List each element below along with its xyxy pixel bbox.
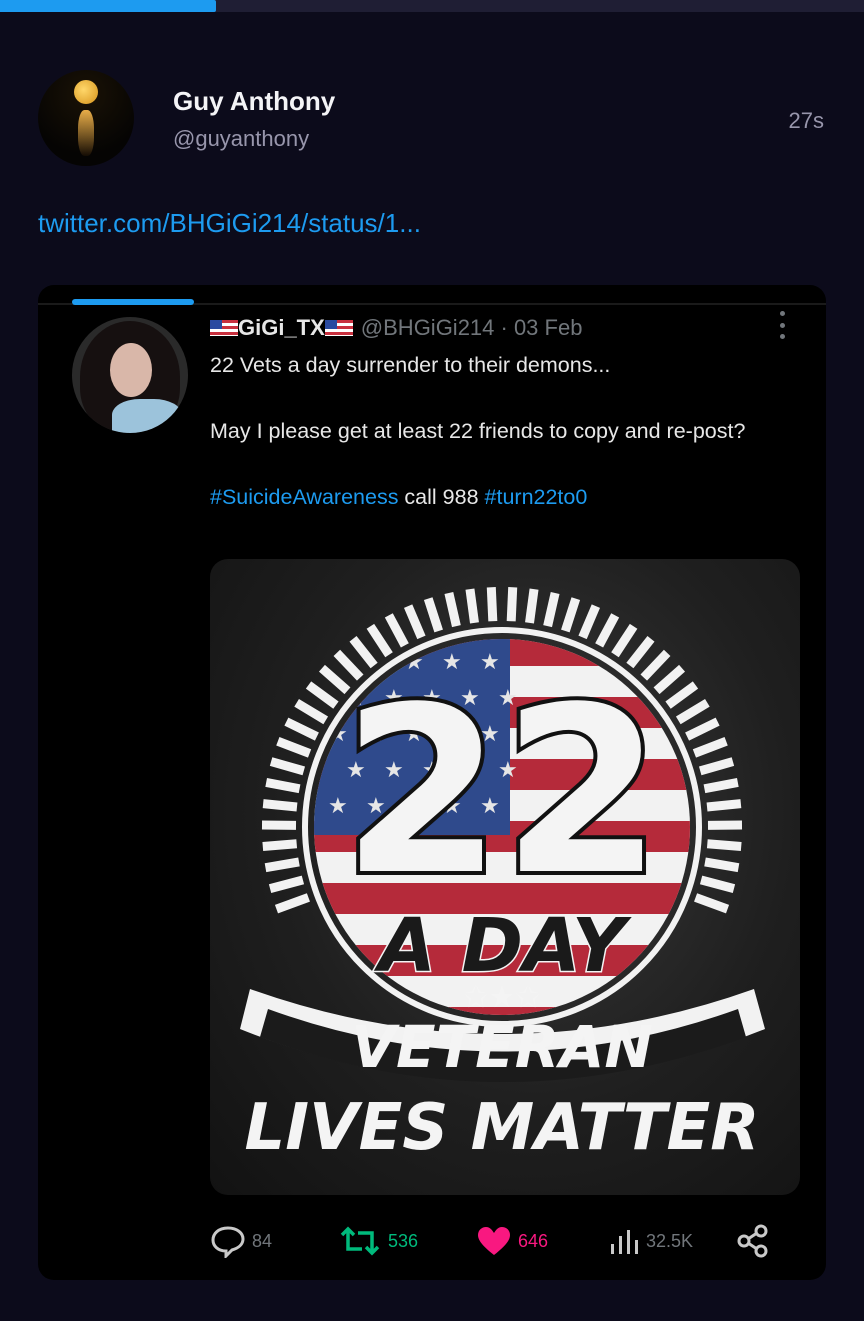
user-handle[interactable]: @guyanthony bbox=[173, 126, 309, 152]
reply-count: 84 bbox=[252, 1230, 273, 1251]
retweet-icon bbox=[340, 1226, 380, 1256]
display-name[interactable]: Guy Anthony bbox=[173, 86, 335, 117]
embed-tab-indicator bbox=[72, 299, 194, 305]
post-header: Guy Anthony @guyanthony 27s bbox=[38, 70, 828, 170]
embed-image: ★★★★★★★★★★★★★★★★★★★★★★★★★ 22 A DAY ✩★✩ V… bbox=[210, 559, 800, 1195]
avatar[interactable] bbox=[38, 70, 134, 166]
like-action[interactable]: 646 bbox=[476, 1223, 548, 1259]
us-flag-icon bbox=[324, 320, 353, 336]
us-flag-icon bbox=[210, 320, 238, 336]
embed-text-line: May I please get at least 22 friends to … bbox=[210, 419, 746, 443]
moon-reflection-graphic bbox=[78, 110, 94, 156]
avatar-shirt bbox=[112, 399, 182, 433]
hashtag-turn22to0: #turn22to0 bbox=[484, 485, 588, 509]
embed-header: GiGi_TX @BHGiGi214 · 03 Feb bbox=[210, 315, 582, 341]
call-text: call 988 bbox=[398, 485, 485, 509]
progress-fill bbox=[0, 0, 216, 12]
emblem-veteran: VETERAN bbox=[351, 1013, 653, 1081]
views-icon bbox=[611, 1230, 638, 1254]
more-options-icon bbox=[776, 311, 788, 339]
embed-meta: @BHGiGi214 · 03 Feb bbox=[360, 315, 583, 340]
emblem-lives-matter: LIVES MATTER bbox=[244, 1091, 759, 1165]
progress-track bbox=[0, 0, 864, 12]
like-count: 646 bbox=[518, 1230, 549, 1251]
emblem-stars: ✩★✩ bbox=[463, 980, 540, 1015]
hashtag-suicide-awareness: #SuicideAwareness bbox=[210, 485, 399, 509]
embedded-tweet-screenshot[interactable]: GiGi_TX @BHGiGi214 · 03 Feb 22 Vets a day… bbox=[38, 285, 826, 1280]
embed-text: 22 Vets a day surrender to their demons.… bbox=[210, 349, 780, 514]
post-link[interactable]: twitter.com/BHGiGi214/status/1... bbox=[38, 208, 421, 239]
reply-action[interactable]: 84 bbox=[210, 1223, 272, 1259]
share-icon bbox=[737, 1224, 768, 1258]
avatar-face bbox=[110, 343, 152, 397]
post-timestamp: 27s bbox=[788, 108, 824, 133]
embed-action-bar: 84 536 646 32.5K bbox=[210, 1223, 790, 1259]
emblem-a-day: A DAY bbox=[374, 903, 632, 989]
emblem-number: 22 bbox=[342, 659, 662, 926]
heart-icon bbox=[478, 1227, 510, 1255]
share-action[interactable] bbox=[736, 1223, 770, 1259]
embed-hashtag-line: #SuicideAwareness call 988 #turn22to0 bbox=[210, 481, 780, 514]
embed-author-name: GiGi_TX bbox=[238, 315, 325, 340]
moon-graphic bbox=[74, 80, 98, 104]
retweet-action[interactable]: 536 bbox=[338, 1223, 418, 1259]
views-action[interactable]: 32.5K bbox=[608, 1223, 693, 1259]
reply-icon bbox=[211, 1226, 245, 1258]
veteran-emblem-graphic: ★★★★★★★★★★★★★★★★★★★★★★★★★ 22 A DAY ✩★✩ V… bbox=[240, 587, 765, 1165]
embed-avatar bbox=[72, 317, 188, 433]
retweet-count: 536 bbox=[388, 1230, 419, 1251]
view-count: 32.5K bbox=[646, 1230, 694, 1251]
embed-text-line: 22 Vets a day surrender to their demons.… bbox=[210, 353, 611, 377]
